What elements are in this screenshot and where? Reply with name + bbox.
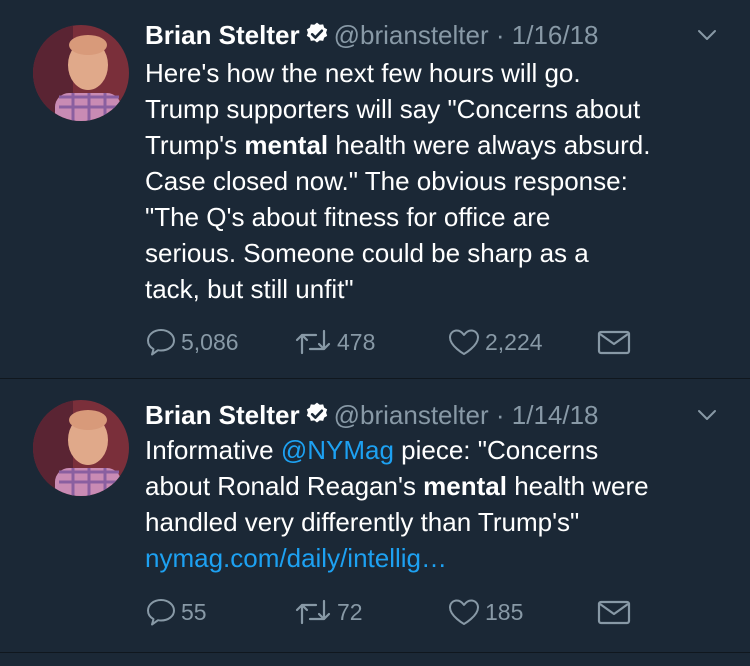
- like-button[interactable]: 2,224: [447, 327, 543, 357]
- direct-message-button[interactable]: [597, 327, 631, 357]
- tweet-line: Trump's mental health were always absurd…: [145, 130, 651, 160]
- direct-message-button[interactable]: [597, 597, 631, 627]
- verified-badge-icon: [304, 21, 330, 53]
- tweet-actions: 55 72 185: [145, 597, 750, 631]
- verified-badge-icon: [304, 401, 330, 433]
- tweet-line: about Ronald Reagan's mental health were: [145, 471, 649, 501]
- tweet-line: serious. Someone could be sharp as a: [145, 238, 589, 268]
- separator-dot: ·: [495, 20, 505, 50]
- author-name[interactable]: Brian Stelter: [145, 20, 300, 50]
- tweet-text: Here's how the next few hours will go. T…: [145, 55, 726, 307]
- chevron-down-icon[interactable]: [694, 402, 720, 434]
- reply-count: 55: [181, 598, 207, 625]
- tweet-actions: 5,086 478 2,224: [145, 327, 750, 361]
- retweet-icon: [293, 327, 333, 357]
- retweet-icon: [293, 597, 333, 627]
- heart-icon: [447, 597, 481, 627]
- article-link[interactable]: nymag.com/daily/intellig…: [145, 543, 447, 573]
- highlighted-term: mental: [244, 130, 329, 160]
- tweet-line: Trump supporters will say "Concerns abou…: [145, 94, 641, 124]
- retweet-button[interactable]: 478: [293, 327, 375, 357]
- avatar[interactable]: [33, 400, 129, 496]
- highlighted-term: mental: [423, 471, 507, 501]
- chevron-down-icon[interactable]: [694, 22, 720, 54]
- author-name[interactable]: Brian Stelter: [145, 400, 300, 430]
- envelope-icon: [597, 597, 631, 627]
- tweet-line: nymag.com/daily/intellig…: [145, 540, 726, 576]
- reply-icon: [145, 597, 177, 627]
- reply-button[interactable]: 5,086: [145, 327, 239, 357]
- retweet-count: 72: [337, 598, 363, 625]
- tweet-date[interactable]: 1/14/18: [512, 400, 599, 430]
- like-button[interactable]: 185: [447, 597, 523, 627]
- like-count: 2,224: [485, 328, 543, 355]
- tweet[interactable]: Brian Stelter @brianstelter · 1/16/18 Her…: [0, 0, 750, 379]
- author-handle[interactable]: @brianstelter: [334, 400, 489, 430]
- reply-button[interactable]: 55: [145, 597, 207, 627]
- tweet-line: Informative @NYMag piece: "Concerns: [145, 435, 599, 465]
- tweet-line: Here's how the next few hours will go.: [145, 58, 581, 88]
- tweet-header: Brian Stelter @brianstelter · 1/16/18: [145, 20, 720, 53]
- like-count: 185: [485, 598, 524, 625]
- tweet[interactable]: Brian Stelter @brianstelter · 1/14/18 Inf…: [0, 379, 750, 653]
- author-handle[interactable]: @brianstelter: [334, 20, 489, 50]
- avatar[interactable]: [33, 25, 129, 121]
- mention-link[interactable]: @NYMag: [281, 435, 394, 465]
- tweet-line: "The Q's about fitness for office are: [145, 202, 551, 232]
- tweet-line: handled very differently than Trump's": [145, 507, 580, 537]
- envelope-icon: [597, 327, 631, 357]
- reply-icon: [145, 327, 177, 357]
- separator-dot: ·: [495, 400, 505, 430]
- heart-icon: [447, 327, 481, 357]
- retweet-button[interactable]: 72: [293, 597, 363, 627]
- retweet-count: 478: [337, 328, 376, 355]
- tweet-text: Informative @NYMag piece: "Concerns abou…: [145, 432, 726, 576]
- tweet-line: tack, but still unfit": [145, 274, 354, 304]
- tweet-date[interactable]: 1/16/18: [512, 20, 599, 50]
- tweet-header: Brian Stelter @brianstelter · 1/14/18: [145, 400, 720, 433]
- tweet-line: Case closed now." The obvious response:: [145, 166, 628, 196]
- reply-count: 5,086: [181, 328, 239, 355]
